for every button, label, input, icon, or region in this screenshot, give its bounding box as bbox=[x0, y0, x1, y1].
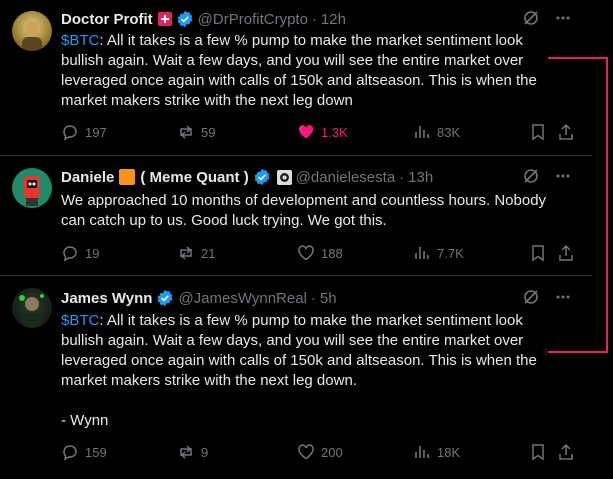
bookmark-button[interactable] bbox=[529, 443, 547, 461]
like-button[interactable]: 1.3K bbox=[297, 123, 348, 141]
share-button[interactable] bbox=[557, 123, 575, 141]
tweet-header: Daniele ( Meme Quant ) @danielesesta · 1… bbox=[61, 167, 582, 187]
bookmark-icon bbox=[532, 444, 544, 461]
tweet-text: We approached 10 months of development a… bbox=[61, 192, 551, 229]
display-name[interactable]: Doctor Profit bbox=[61, 11, 153, 28]
repost-icon bbox=[180, 445, 192, 459]
separator-dot: · bbox=[399, 168, 405, 186]
views-button[interactable]: 7.7K bbox=[413, 244, 464, 262]
bookmark-button[interactable] bbox=[529, 123, 547, 141]
avatar[interactable] bbox=[12, 11, 52, 51]
orange-square-emoji-icon bbox=[119, 169, 136, 185]
display-name[interactable]: Daniele bbox=[61, 169, 114, 186]
avatar[interactable] bbox=[12, 288, 52, 328]
verified-badge-icon bbox=[176, 10, 194, 28]
repost-button[interactable]: 9 bbox=[177, 443, 208, 461]
share-icon bbox=[559, 123, 573, 140]
views-icon bbox=[415, 126, 429, 138]
reply-count: 197 bbox=[85, 124, 107, 140]
views-icon bbox=[415, 247, 429, 259]
views-button[interactable]: 83K bbox=[413, 123, 460, 141]
tweet-actions: 159 9 200 18K bbox=[61, 443, 582, 463]
swiss-flag-icon bbox=[157, 12, 172, 26]
tweet-header: Doctor Profit @DrProfitCrypto · 12h bbox=[61, 9, 582, 29]
tweet-actions: 19 21 188 7.7K bbox=[61, 244, 582, 264]
cashtag-link[interactable]: $BTC bbox=[61, 32, 99, 49]
repost-count: 59 bbox=[201, 124, 216, 140]
annotation-bracket-bottom bbox=[548, 351, 608, 353]
user-handle[interactable]: @JamesWynnReal bbox=[178, 290, 306, 307]
timestamp[interactable]: 13h bbox=[408, 169, 433, 186]
annotation-bracket-vertical bbox=[606, 57, 608, 353]
tweet-text-content: : All it takes is a few % pump to make t… bbox=[61, 312, 537, 429]
tweet-text-content: : All it takes is a few % pump to make t… bbox=[61, 32, 542, 109]
view-count: 83K bbox=[437, 124, 461, 140]
tweet-james-wynn[interactable]: James Wynn @JamesWynnReal · 5h $BTC: All… bbox=[0, 276, 592, 479]
user-handle[interactable]: @DrProfitCrypto bbox=[198, 11, 308, 28]
cashtag-link[interactable]: $BTC bbox=[61, 312, 99, 329]
heart-filled-icon bbox=[298, 125, 314, 139]
reply-icon bbox=[63, 445, 77, 461]
more-options-icon[interactable] bbox=[554, 167, 572, 189]
repost-icon bbox=[180, 125, 192, 139]
affiliate-badge-icon[interactable] bbox=[276, 169, 292, 185]
share-button[interactable] bbox=[557, 443, 575, 461]
display-name-suffix[interactable]: ( Meme Quant ) bbox=[140, 169, 248, 186]
grok-icon[interactable] bbox=[522, 288, 540, 310]
reply-icon bbox=[63, 125, 77, 141]
share-icon bbox=[559, 443, 573, 460]
reply-button[interactable]: 159 bbox=[61, 443, 107, 461]
views-button[interactable]: 18K bbox=[413, 443, 460, 461]
view-count: 18K bbox=[437, 444, 461, 460]
tweet-text: $BTC: All it takes is a few % pump to ma… bbox=[61, 31, 561, 111]
like-button[interactable]: 200 bbox=[297, 443, 343, 461]
like-count: 200 bbox=[321, 444, 343, 460]
bookmark-button[interactable] bbox=[529, 244, 547, 262]
timestamp[interactable]: 12h bbox=[321, 11, 346, 28]
separator-dot: · bbox=[310, 289, 316, 307]
tweet-text: $BTC: All it takes is a few % pump to ma… bbox=[61, 311, 561, 431]
timeline-feed: Doctor Profit @DrProfitCrypto · 12h $BTC… bbox=[0, 0, 592, 479]
more-options-icon[interactable] bbox=[554, 9, 572, 31]
bookmark-icon bbox=[532, 124, 544, 141]
grok-icon[interactable] bbox=[522, 167, 540, 189]
like-button[interactable]: 188 bbox=[297, 244, 343, 262]
reply-icon bbox=[63, 246, 77, 262]
verified-badge-icon bbox=[253, 168, 271, 186]
repost-icon bbox=[180, 246, 192, 260]
share-icon bbox=[559, 244, 573, 261]
bookmark-icon bbox=[532, 245, 544, 262]
repost-button[interactable]: 21 bbox=[177, 244, 215, 262]
more-options-icon[interactable] bbox=[554, 288, 572, 310]
reply-button[interactable]: 197 bbox=[61, 123, 107, 141]
tweet-header: James Wynn @JamesWynnReal · 5h bbox=[61, 288, 582, 308]
repost-count: 9 bbox=[201, 444, 209, 460]
user-handle[interactable]: @danielesesta bbox=[296, 169, 395, 186]
tweet-doctor-profit[interactable]: Doctor Profit @DrProfitCrypto · 12h $BTC… bbox=[0, 0, 592, 156]
grok-icon[interactable] bbox=[522, 9, 540, 31]
reply-count: 159 bbox=[85, 444, 107, 460]
reply-button[interactable]: 19 bbox=[61, 244, 99, 262]
display-name[interactable]: James Wynn bbox=[61, 290, 152, 307]
like-count: 188 bbox=[321, 245, 343, 261]
verified-badge-icon bbox=[156, 289, 174, 307]
avatar[interactable] bbox=[12, 168, 52, 208]
repost-count: 21 bbox=[201, 245, 216, 261]
like-count: 1.3K bbox=[321, 124, 348, 140]
view-count: 7.7K bbox=[437, 245, 464, 261]
heart-icon bbox=[298, 245, 314, 261]
share-button[interactable] bbox=[557, 244, 575, 262]
tweet-daniele[interactable]: Daniele ( Meme Quant ) @danielesesta · 1… bbox=[0, 156, 592, 276]
tweet-actions: 197 59 1.3K 83K bbox=[61, 123, 582, 143]
timestamp[interactable]: 5h bbox=[320, 290, 337, 307]
annotation-bracket-top bbox=[548, 57, 608, 59]
reply-count: 19 bbox=[85, 245, 100, 261]
repost-button[interactable]: 59 bbox=[177, 123, 215, 141]
views-icon bbox=[415, 446, 429, 458]
separator-dot: · bbox=[311, 10, 317, 28]
heart-icon bbox=[298, 444, 314, 460]
